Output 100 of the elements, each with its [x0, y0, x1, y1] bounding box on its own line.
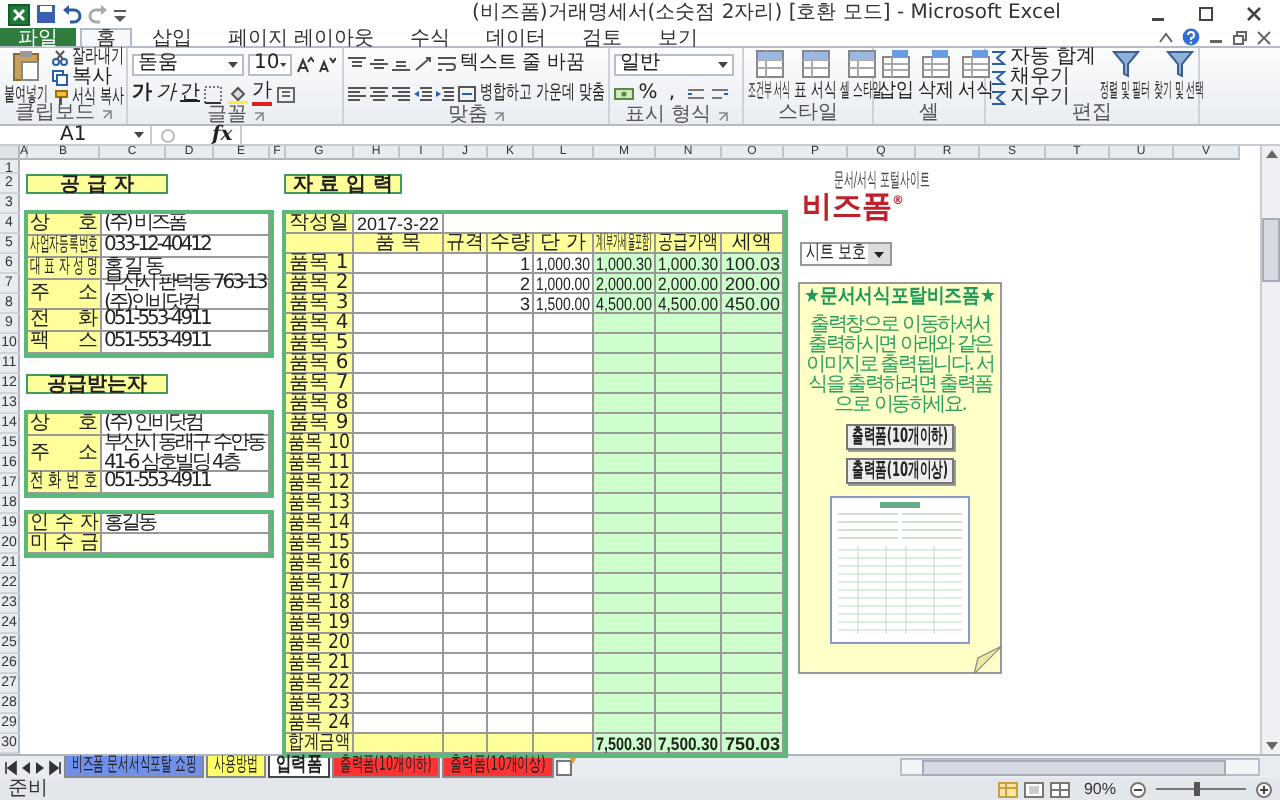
ribbon-tab[interactable]: 페이지 레이아웃	[212, 28, 391, 46]
table-cell	[444, 594, 488, 614]
sheet-tab[interactable]: 입력폼	[268, 756, 330, 778]
comma-button[interactable]: ,	[662, 84, 682, 104]
ribbon-button[interactable]: 셀 스타일	[840, 48, 882, 102]
shrink-font-icon[interactable]	[318, 55, 336, 73]
field-value: 051-553-4911	[102, 310, 270, 332]
file-tab[interactable]: 파일	[0, 28, 76, 46]
table-cell: 1,000.30	[594, 254, 656, 274]
page-layout-icon[interactable]	[1023, 781, 1044, 797]
merge-center-button[interactable]: 병합하고 가운데 맞춤	[458, 84, 604, 104]
table-cell	[354, 354, 444, 374]
increase-indent-icon[interactable]	[436, 86, 454, 102]
italic-button[interactable]: 가	[156, 84, 176, 104]
zoom-out-icon[interactable]	[1130, 781, 1146, 797]
close-icon[interactable]	[1244, 4, 1264, 24]
scroll-thumb[interactable]	[1262, 218, 1280, 282]
vertical-scrollbar[interactable]	[1260, 146, 1280, 754]
undo-icon[interactable]	[62, 4, 82, 24]
dialog-launcher-icon[interactable]	[494, 111, 504, 121]
ribbon-tab[interactable]: 데이터	[470, 28, 563, 46]
horizontal-scrollbar[interactable]	[900, 758, 1260, 776]
cut-button[interactable]: 잘라내기	[52, 48, 124, 68]
table-cell	[594, 674, 656, 694]
table-cell	[594, 414, 656, 434]
scroll-thumb[interactable]	[922, 759, 1226, 775]
zoom-level[interactable]: 90%	[1083, 779, 1116, 799]
align-right-icon[interactable]	[392, 86, 410, 102]
ribbon-button[interactable]: 조건부 서식	[748, 48, 790, 102]
border-icon[interactable]	[204, 85, 224, 103]
font-size-select[interactable]: 10	[248, 53, 292, 75]
first-sheet-icon[interactable]	[4, 759, 18, 775]
align-center-icon[interactable]	[370, 86, 388, 102]
ribbon-button[interactable]: 자동 합계	[990, 48, 1097, 68]
row-label: 품목 2	[286, 274, 354, 294]
bold-button[interactable]: 가	[132, 84, 152, 104]
zoom-in-icon[interactable]	[1256, 781, 1272, 797]
grow-font-icon[interactable]	[296, 55, 314, 73]
field-label: 인 수 자	[28, 514, 102, 534]
align-left-icon[interactable]	[348, 86, 366, 102]
sheet-tab[interactable]: 비즈폼 문서서식포탈 쇼핑	[64, 756, 204, 778]
ribbon-tab[interactable]: 삽입	[136, 28, 208, 46]
save-icon[interactable]	[36, 4, 56, 24]
copy-button[interactable]: 복사	[52, 68, 124, 88]
ribbon-button[interactable]: 서식	[958, 48, 994, 102]
sheet-tab[interactable]: 사용방법	[206, 756, 266, 778]
restore-icon[interactable]	[1232, 29, 1248, 45]
font-select[interactable]: 돋움	[132, 53, 244, 75]
dropdown-caret-icon[interactable]	[868, 244, 890, 264]
decrease-decimal-icon[interactable]	[710, 86, 730, 102]
ribbon-tab[interactable]: 홈	[80, 28, 132, 46]
help-icon[interactable]	[1182, 28, 1200, 46]
sheet-tab[interactable]: 출력폼(10개이하)	[332, 756, 440, 778]
table-cell	[534, 434, 594, 454]
row-label: 품목 6	[286, 354, 354, 374]
ribbon-button[interactable]: 채우기	[990, 68, 1097, 88]
phonetic-icon[interactable]	[276, 85, 296, 103]
sheet-protect-dropdown[interactable]: 시트 보호	[800, 242, 892, 266]
previous-sheet-icon[interactable]	[20, 759, 32, 775]
maximize-icon[interactable]	[1196, 4, 1216, 24]
page-break-preview-icon[interactable]	[1049, 781, 1070, 797]
sheet-tab[interactable]: 출력폼(10개이상)	[442, 756, 554, 778]
row-label: 품목 12	[286, 474, 354, 494]
ribbon-tab[interactable]: 수식	[394, 28, 467, 46]
dialog-launcher-icon[interactable]	[253, 111, 263, 121]
text-orientation-icon[interactable]	[414, 56, 434, 72]
ribbon-tab[interactable]: 보기	[642, 28, 715, 46]
print-form-button[interactable]: 출력폼(10개이상)	[846, 458, 954, 484]
align-bottom-icon[interactable]	[392, 56, 410, 72]
font-color-button[interactable]: 가	[252, 82, 272, 106]
ribbon-button[interactable]: 삽입	[878, 48, 914, 102]
currency-icon[interactable]	[614, 86, 634, 102]
last-sheet-icon[interactable]	[48, 759, 62, 775]
ribbon-button[interactable]: 찾기 및 선택	[1154, 48, 1205, 102]
table-cell	[656, 714, 722, 734]
align-top-icon[interactable]	[348, 56, 366, 72]
print-form-button[interactable]: 출력폼(10개이하)	[846, 424, 954, 450]
underline-button[interactable]: 간	[180, 84, 200, 104]
next-sheet-icon[interactable]	[34, 759, 46, 775]
dialog-launcher-icon[interactable]	[717, 111, 728, 121]
number-format-select[interactable]: 일반	[614, 53, 734, 75]
table-cell	[444, 334, 488, 354]
close-icon[interactable]	[1256, 29, 1272, 45]
ribbon-button[interactable]: 삭제	[918, 48, 954, 102]
decrease-indent-icon[interactable]	[414, 86, 432, 102]
percent-button[interactable]: %	[638, 84, 658, 104]
align-middle-icon[interactable]	[370, 56, 388, 72]
customize-caret-icon[interactable]	[114, 6, 126, 22]
ribbon-tab[interactable]: 검토	[566, 28, 639, 46]
insert-function-button[interactable]: fx	[212, 125, 233, 145]
paste-button[interactable]: 붙여넣기	[4, 48, 48, 106]
ribbon-button[interactable]: 정렬 및 필터	[1100, 48, 1151, 102]
collapse-ribbon-icon[interactable]	[1158, 29, 1174, 45]
wrap-text-button[interactable]: 텍스트 줄 바꿈	[438, 54, 584, 74]
dialog-launcher-icon[interactable]	[101, 109, 111, 119]
insert-sheet-icon[interactable]	[556, 758, 576, 776]
ribbon-button[interactable]: 표 서식	[794, 48, 836, 102]
fill-color-icon[interactable]	[228, 85, 248, 103]
increase-decimal-icon[interactable]	[686, 86, 706, 102]
resize-handle-icon[interactable]	[160, 127, 176, 143]
